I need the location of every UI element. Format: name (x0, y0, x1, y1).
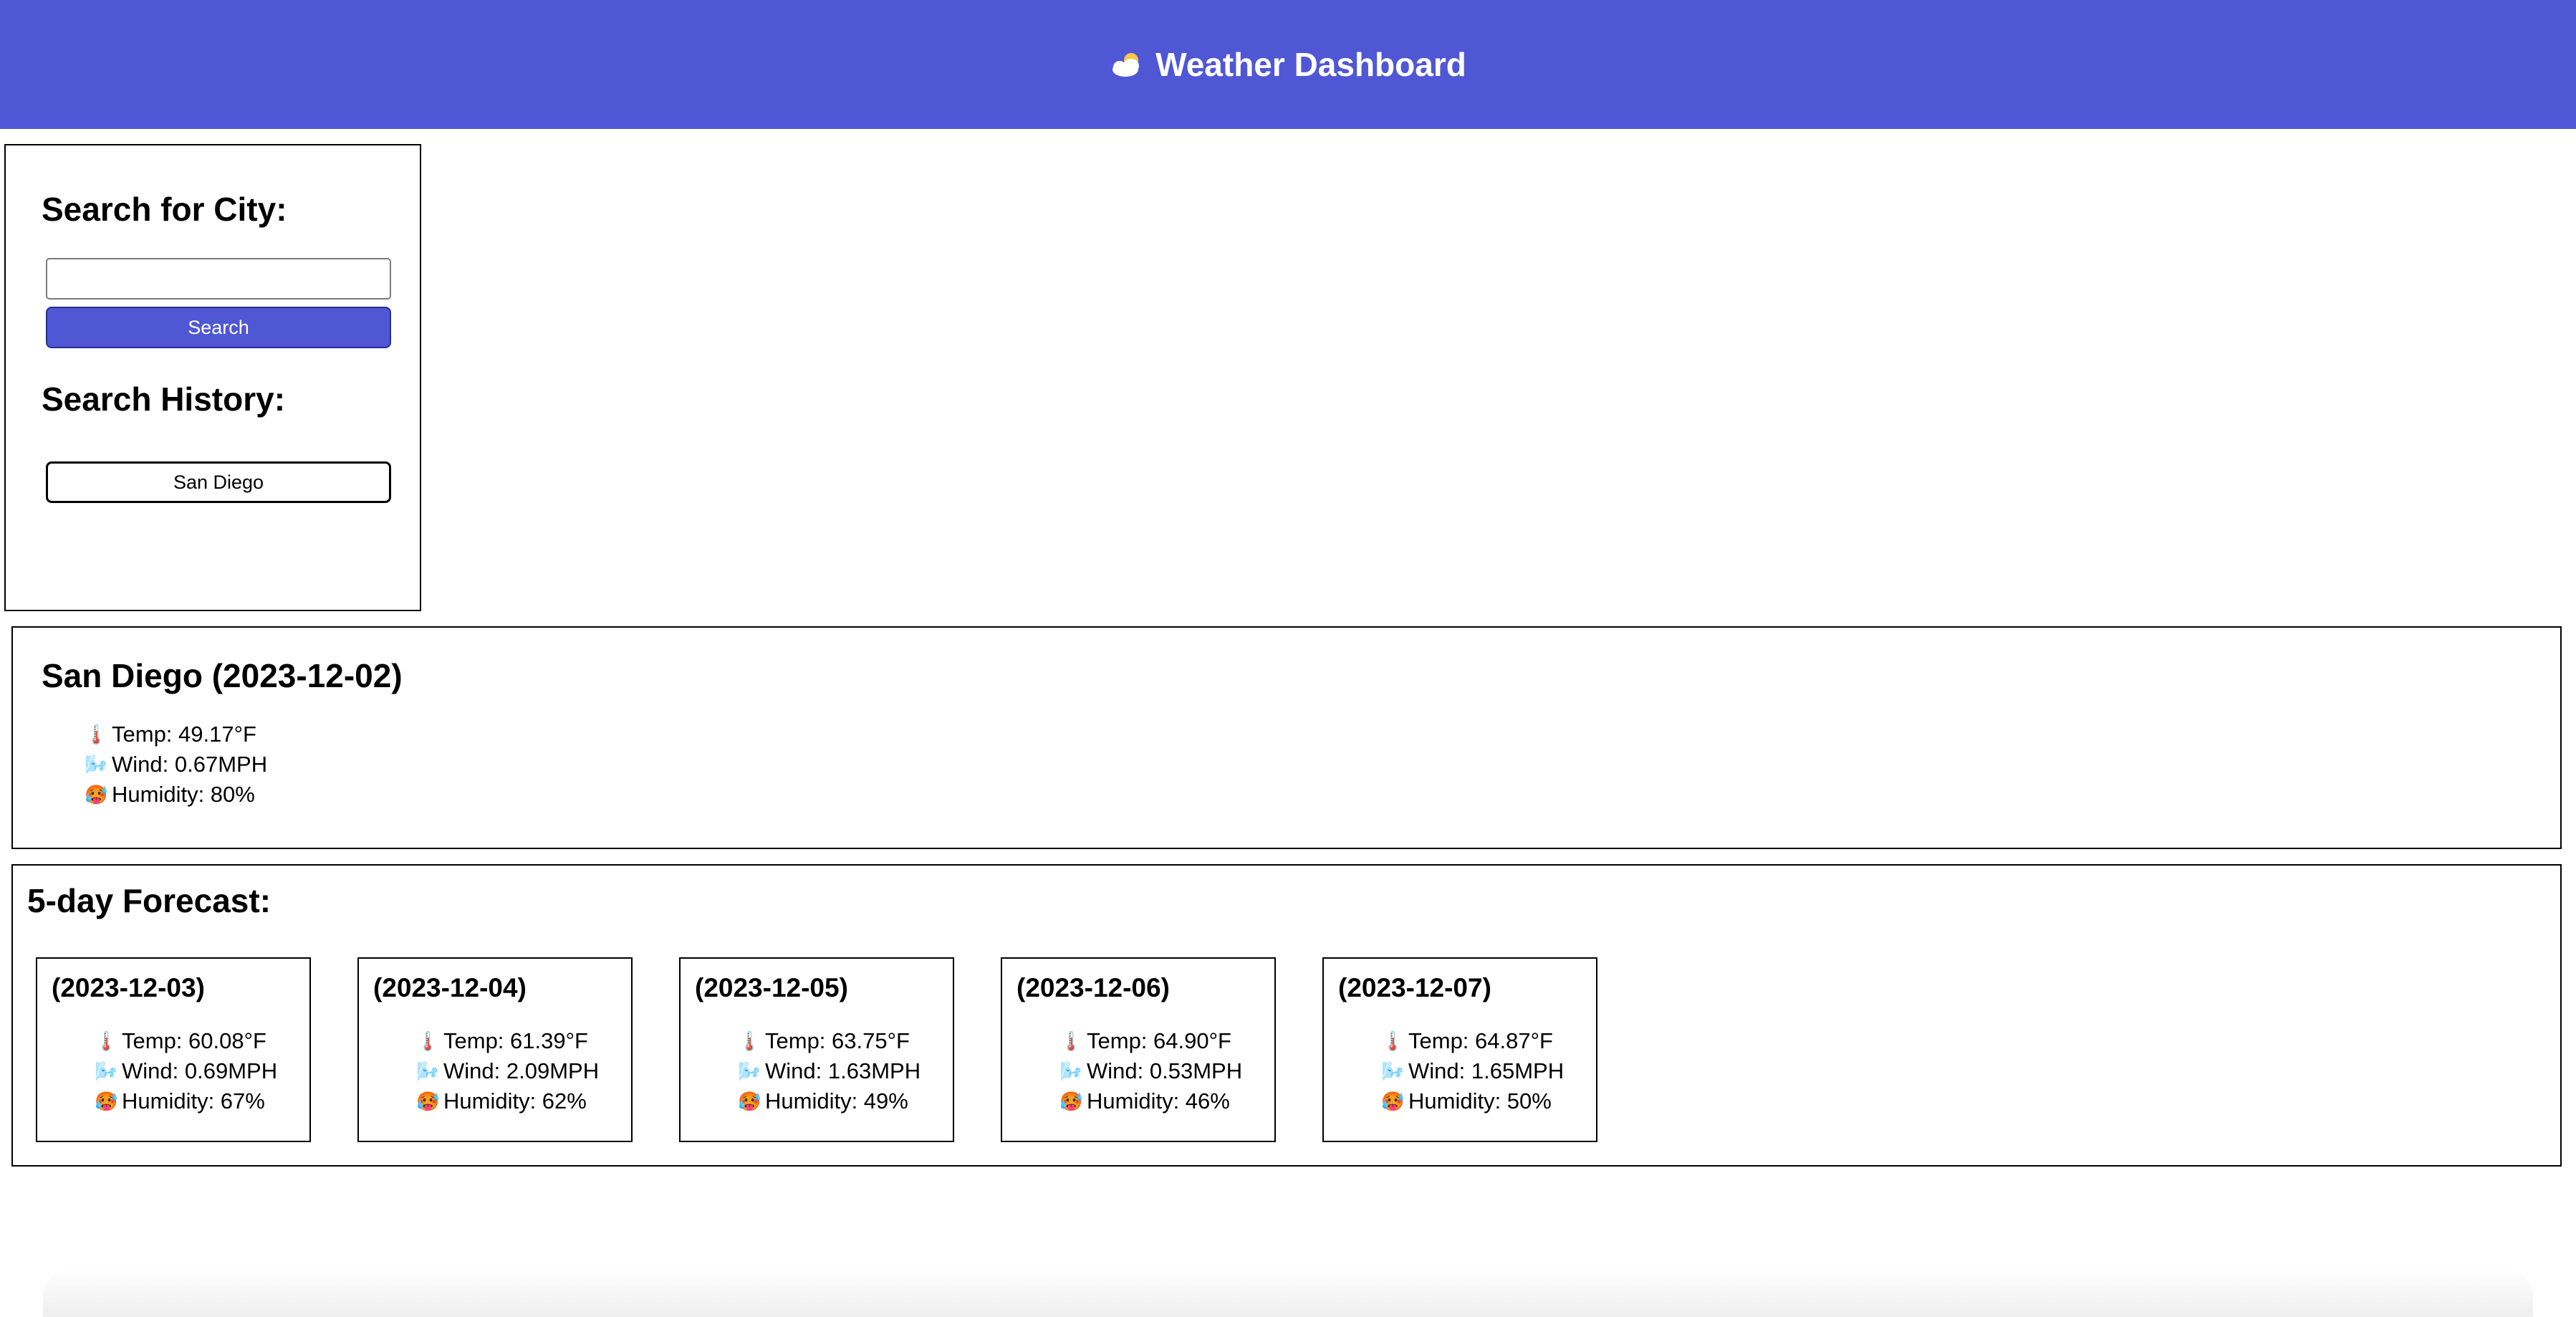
current-temp: 🌡️ Temp: 49.17°F (85, 719, 267, 750)
app-title: Weather Dashboard (1110, 45, 1466, 84)
wind-face-icon: 🌬️ (1381, 1060, 1405, 1082)
forecast-humidity-text: Humidity: 67% (122, 1088, 265, 1114)
forecast-temp-text: Temp: 60.08°F (122, 1028, 266, 1053)
forecast-humidity-text: Humidity: 62% (443, 1088, 587, 1114)
forecast-stats: 🌡️ Temp: 64.87°F 🌬️ Wind: 1.65MPH 🥵 Humidit… (1381, 1026, 1564, 1116)
thermometer-icon: 🌡️ (85, 724, 108, 745)
thermometer-icon: 🌡️ (738, 1030, 761, 1052)
forecast-date: (2023-12-03) (52, 973, 205, 1002)
forecast-temp: 🌡️ Temp: 64.87°F (1381, 1026, 1564, 1056)
wind-face-icon: 🌬️ (738, 1060, 761, 1082)
forecast-panel: 5-day Forecast: (2023-12-03) 🌡️ Temp: 60.… (11, 864, 2562, 1167)
forecast-humidity: 🥵 Humidity: 62% (416, 1086, 599, 1116)
current-humidity-text: Humidity: 80% (112, 782, 255, 807)
forecast-temp: 🌡️ Temp: 63.75°F (738, 1026, 921, 1056)
hot-face-icon: 🥵 (416, 1091, 440, 1112)
forecast-temp: 🌡️ Temp: 64.90°F (1059, 1026, 1242, 1056)
forecast-stats: 🌡️ Temp: 63.75°F 🌬️ Wind: 1.63MPH 🥵 Humidit… (738, 1026, 921, 1116)
wind-face-icon: 🌬️ (416, 1060, 440, 1082)
forecast-temp-text: Temp: 61.39°F (443, 1028, 588, 1053)
forecast-temp-text: Temp: 64.90°F (1087, 1028, 1231, 1053)
forecast-temp-text: Temp: 64.87°F (1408, 1028, 1553, 1053)
forecast-card: (2023-12-06) 🌡️ Temp: 64.90°F 🌬️ Wind: 0.5… (1001, 957, 1276, 1142)
forecast-wind: 🌬️ Wind: 2.09MPH (416, 1056, 599, 1086)
forecast-heading: 5-day Forecast: (27, 882, 271, 919)
forecast-stats: 🌡️ Temp: 60.08°F 🌬️ Wind: 0.69MPH 🥵 Humidit… (95, 1026, 277, 1116)
hot-face-icon: 🥵 (1059, 1091, 1083, 1112)
forecast-wind-text: Wind: 0.53MPH (1087, 1058, 1243, 1083)
forecast-date: (2023-12-05) (695, 973, 848, 1002)
forecast-wind: 🌬️ Wind: 0.53MPH (1059, 1056, 1242, 1086)
forecast-card: (2023-12-04) 🌡️ Temp: 61.39°F 🌬️ Wind: 2.0… (357, 957, 633, 1142)
current-stats: 🌡️ Temp: 49.17°F 🌬️ Wind: 0.67MPH 🥵 Humi… (85, 719, 267, 810)
wind-face-icon: 🌬️ (1059, 1060, 1083, 1082)
thermometer-icon: 🌡️ (95, 1030, 118, 1052)
history-heading: Search History: (42, 380, 286, 418)
sun-behind-cloud-icon (1112, 53, 1140, 77)
current-city-title: San Diego (2023-12-02) (42, 657, 403, 694)
forecast-wind-text: Wind: 2.09MPH (443, 1058, 600, 1083)
forecast-date: (2023-12-06) (1017, 973, 1170, 1002)
history-item-san-diego[interactable]: San Diego (46, 461, 391, 503)
thermometer-icon: 🌡️ (1059, 1030, 1083, 1052)
forecast-card: (2023-12-05) 🌡️ Temp: 63.75°F 🌬️ Wind: 1.6… (679, 957, 954, 1142)
forecast-humidity: 🥵 Humidity: 67% (95, 1086, 277, 1116)
current-wind: 🌬️ Wind: 0.67MPH (85, 750, 267, 780)
search-panel: Search for City: Search Search History: … (4, 144, 421, 611)
search-button[interactable]: Search (46, 307, 391, 348)
forecast-temp-text: Temp: 63.75°F (765, 1028, 910, 1053)
forecast-card: (2023-12-07) 🌡️ Temp: 64.87°F 🌬️ Wind: 1.6… (1322, 957, 1597, 1142)
app-header: Weather Dashboard (0, 0, 2576, 129)
forecast-wind-text: Wind: 1.63MPH (765, 1058, 921, 1083)
forecast-stats: 🌡️ Temp: 64.90°F 🌬️ Wind: 0.53MPH 🥵 Humidit… (1059, 1026, 1242, 1116)
hot-face-icon: 🥵 (1381, 1091, 1405, 1112)
hot-face-icon: 🥵 (85, 784, 108, 805)
forecast-humidity-text: Humidity: 50% (1408, 1088, 1552, 1114)
thermometer-icon: 🌡️ (416, 1030, 440, 1052)
forecast-date: (2023-12-07) (1338, 973, 1491, 1002)
forecast-wind: 🌬️ Wind: 1.63MPH (738, 1056, 921, 1086)
thermometer-icon: 🌡️ (1381, 1030, 1405, 1052)
forecast-humidity: 🥵 Humidity: 49% (738, 1086, 921, 1116)
forecast-card: (2023-12-03) 🌡️ Temp: 60.08°F 🌬️ Wind: 0.6… (36, 957, 311, 1142)
bottom-shadow (43, 1268, 2533, 1317)
app-title-text: Weather Dashboard (1155, 46, 1466, 83)
forecast-temp: 🌡️ Temp: 60.08°F (95, 1026, 277, 1056)
forecast-date: (2023-12-04) (373, 973, 527, 1002)
hot-face-icon: 🥵 (95, 1091, 118, 1112)
current-wind-text: Wind: 0.67MPH (112, 752, 268, 777)
current-humidity: 🥵 Humidity: 80% (85, 780, 267, 810)
city-search-input[interactable] (46, 258, 391, 300)
current-temp-text: Temp: 49.17°F (112, 722, 256, 747)
forecast-humidity: 🥵 Humidity: 46% (1059, 1086, 1242, 1116)
forecast-wind: 🌬️ Wind: 0.69MPH (95, 1056, 277, 1086)
hot-face-icon: 🥵 (738, 1091, 761, 1112)
wind-face-icon: 🌬️ (95, 1060, 118, 1082)
forecast-wind-text: Wind: 0.69MPH (122, 1058, 278, 1083)
forecast-temp: 🌡️ Temp: 61.39°F (416, 1026, 599, 1056)
forecast-wind: 🌬️ Wind: 1.65MPH (1381, 1056, 1564, 1086)
wind-face-icon: 🌬️ (85, 754, 108, 775)
forecast-humidity-text: Humidity: 46% (1087, 1088, 1230, 1114)
search-heading: Search for City: (42, 191, 287, 228)
forecast-humidity: 🥵 Humidity: 50% (1381, 1086, 1564, 1116)
forecast-stats: 🌡️ Temp: 61.39°F 🌬️ Wind: 2.09MPH 🥵 Humidit… (416, 1026, 599, 1116)
current-weather-panel: San Diego (2023-12-02) 🌡️ Temp: 49.17°F … (11, 626, 2562, 849)
forecast-humidity-text: Humidity: 49% (765, 1088, 908, 1114)
forecast-wind-text: Wind: 1.65MPH (1408, 1058, 1565, 1083)
